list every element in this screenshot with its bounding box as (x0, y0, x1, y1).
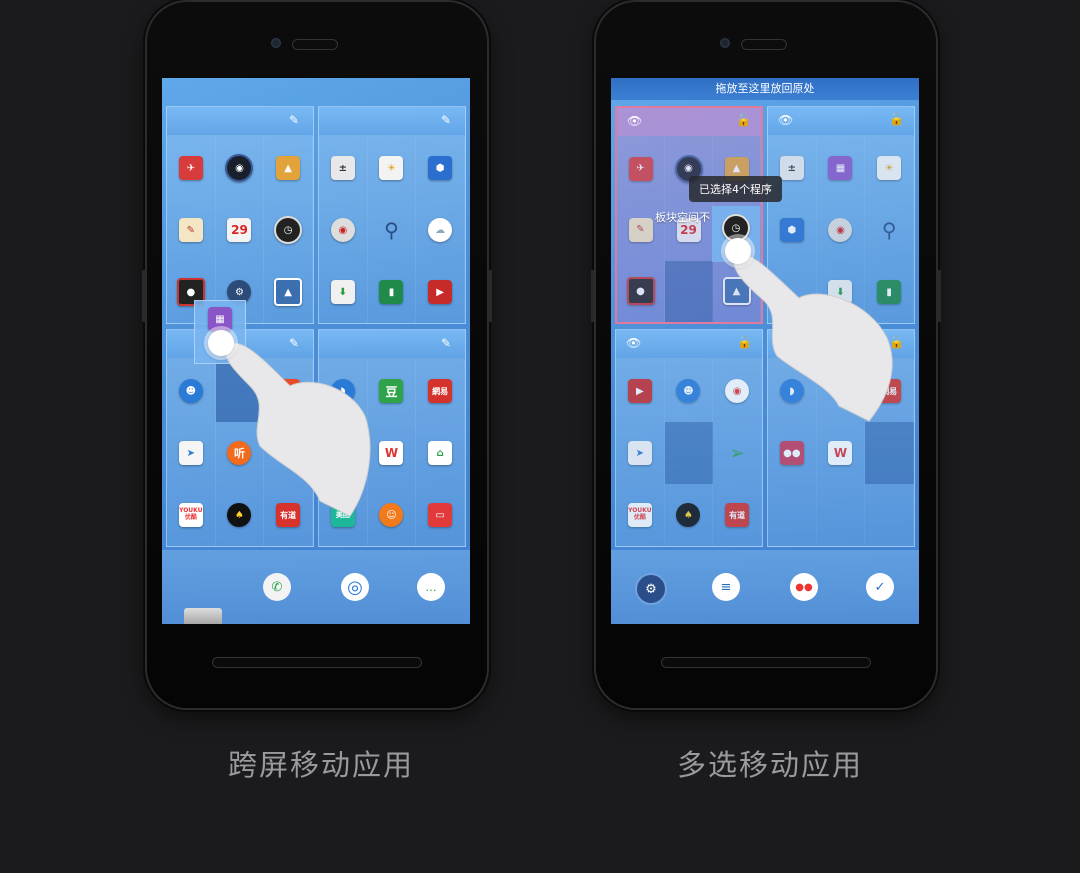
panel-top-left[interactable]: ✎ ✈ ◉ ▲ ✎ 29 ◷ ● ⚙ ▲ (166, 106, 314, 324)
ticket-app-icon[interactable]: ▭ (428, 503, 453, 527)
cloud-app-icon[interactable]: ☁ (428, 218, 453, 242)
edit-icon[interactable]: ✎ (441, 336, 455, 350)
chat-app-icon[interactable]: ☻ (676, 379, 701, 403)
power-button (938, 270, 941, 322)
chat-app-icon[interactable]: ☻ (178, 379, 203, 403)
dock-right: ⚙ ≡ ●● ✓ (611, 550, 919, 624)
phone-icon[interactable]: ✆ (263, 573, 291, 601)
game-app-icon[interactable]: ▦ (828, 156, 853, 180)
edit-icon[interactable]: ✎ (289, 113, 303, 127)
phone-left: ✎ ✈ ◉ ▲ ✎ 29 ◷ ● ⚙ ▲ ✎ ± ☀ ⬢ ◉ ⚲ ☁ ⬇ ▮ ▶… (142, 2, 492, 708)
earpiece-speaker (293, 40, 337, 49)
wps-app-icon[interactable]: W (828, 441, 853, 465)
sort-icon[interactable]: ≡ (712, 573, 740, 601)
weather-app-icon[interactable]: ☀ (877, 156, 902, 180)
touch-point (208, 330, 234, 356)
panel-header: 👁 🔓 (768, 107, 914, 135)
calculator-app-icon[interactable]: ± (779, 156, 804, 180)
touch-point (725, 238, 751, 264)
panel-header: 👁 🔓 (617, 108, 761, 136)
notes-app-icon[interactable]: ✎ (178, 218, 203, 242)
book-app-icon[interactable]: ▮ (379, 280, 404, 304)
theme-icon[interactable]: ●● (790, 573, 818, 601)
wps-app-icon[interactable]: W (379, 441, 404, 465)
home-button[interactable] (662, 658, 870, 667)
youku-app-icon[interactable]: YOUKU 优酷 (627, 503, 652, 527)
front-camera-icon (271, 38, 281, 48)
panel-space-hint: 板块空间不 (655, 211, 710, 224)
tuniu-app-icon[interactable]: ✈ (628, 156, 653, 181)
youdao-app-icon[interactable]: 有道 (725, 503, 750, 527)
caption-right: 多选移动应用 (677, 748, 864, 782)
person-app-icon[interactable]: ☺ (379, 503, 404, 527)
home-app-icon[interactable]: ⌂ (428, 441, 453, 465)
notes-app-icon[interactable]: ✎ (628, 217, 653, 242)
hand-gesture-icon (225, 342, 371, 517)
trash-icon[interactable] (184, 608, 222, 624)
cd-player-app-icon[interactable]: ◉ (828, 218, 853, 242)
flickr-app-icon[interactable]: ●● (779, 441, 804, 465)
tuniu-app-icon[interactable]: ✈ (178, 156, 203, 180)
settings-icon[interactable]: ⚙ (635, 573, 667, 605)
selection-count-tooltip: 已选择4个程序 (689, 176, 782, 202)
map-app-icon[interactable]: ➤ (178, 441, 203, 465)
panel-header: ✎ (319, 107, 465, 135)
check-icon[interactable]: ✓ (866, 573, 894, 601)
weather-app-icon[interactable]: ☀ (379, 156, 404, 180)
volume-button (591, 270, 594, 322)
gallery-app-icon[interactable]: ▲ (276, 156, 301, 180)
edit-icon[interactable]: ✎ (441, 113, 455, 127)
home-button[interactable] (213, 658, 421, 667)
hand-gesture-icon (733, 254, 893, 422)
messages-icon[interactable]: … (417, 573, 445, 601)
panel-header: ✎ (167, 107, 313, 135)
camera-app-icon[interactable]: ◉ (225, 154, 254, 182)
music-app-icon[interactable]: ● (626, 277, 655, 306)
caption-left: 跨屏移动应用 (228, 748, 415, 782)
home-screen-left[interactable]: ✎ ✈ ◉ ▲ ✎ 29 ◷ ● ⚙ ▲ ✎ ± ☀ ⬢ ◉ ⚲ ☁ ⬇ ▮ ▶… (162, 78, 470, 624)
browser-dock-icon[interactable]: ◎ (341, 573, 369, 601)
dock-left: ✆ ◎ … (162, 550, 470, 624)
douban-app-icon[interactable]: 豆 (379, 379, 404, 403)
panel-top-right[interactable]: ✎ ± ☀ ⬢ ◉ ⚲ ☁ ⬇ ▮ ▶ (318, 106, 466, 324)
volume-button (142, 270, 145, 322)
unlock-icon[interactable]: 🔓 (736, 113, 751, 127)
youku-app-icon[interactable]: YOUKU 优酷 (178, 503, 203, 527)
clock-app-icon[interactable]: ◷ (274, 216, 303, 244)
eye-icon[interactable]: 👁 (778, 113, 793, 127)
drop-zone-bar[interactable]: 拖放至这里放回原处 (611, 78, 919, 100)
eye-icon[interactable]: 👁 (626, 336, 641, 350)
browser-app-icon[interactable]: ⬢ (428, 156, 453, 180)
video-app-icon[interactable]: ▶ (627, 379, 652, 403)
qq-app-icon[interactable]: ♠ (676, 503, 701, 527)
search-app-icon[interactable]: ⚲ (877, 218, 901, 242)
map-app-icon[interactable]: ➤ (627, 441, 652, 465)
phone-right: 拖放至这里放回原处 👁 🔓 ✈ ◉ ▲ ✎ 29 ● ▲ 👁 🔓 ± ▦ ☀ ⬢… (591, 2, 941, 708)
netease-app-icon[interactable]: 網易 (428, 379, 453, 403)
photo-app-icon[interactable]: ▲ (274, 278, 303, 306)
download-app-icon[interactable]: ⬇ (330, 280, 355, 304)
earpiece-speaker (742, 40, 786, 49)
browser-app-icon[interactable]: ⬢ (779, 218, 804, 242)
paper-plane-app-icon[interactable]: ➢ (725, 441, 749, 465)
video-app-icon[interactable]: ▶ (428, 280, 453, 304)
calculator-app-icon[interactable]: ± (330, 156, 355, 180)
eye-icon[interactable]: 👁 (627, 114, 642, 128)
front-camera-icon (720, 38, 730, 48)
calendar-app-icon[interactable]: 29 (227, 218, 252, 242)
power-button (489, 270, 492, 322)
unlock-icon[interactable]: 🔓 (889, 112, 904, 126)
home-screen-right[interactable]: 拖放至这里放回原处 👁 🔓 ✈ ◉ ▲ ✎ 29 ● ▲ 👁 🔓 ± ▦ ☀ ⬢… (611, 78, 919, 624)
cd-player-app-icon[interactable]: ◉ (330, 218, 355, 242)
search-app-icon[interactable]: ⚲ (379, 218, 403, 242)
